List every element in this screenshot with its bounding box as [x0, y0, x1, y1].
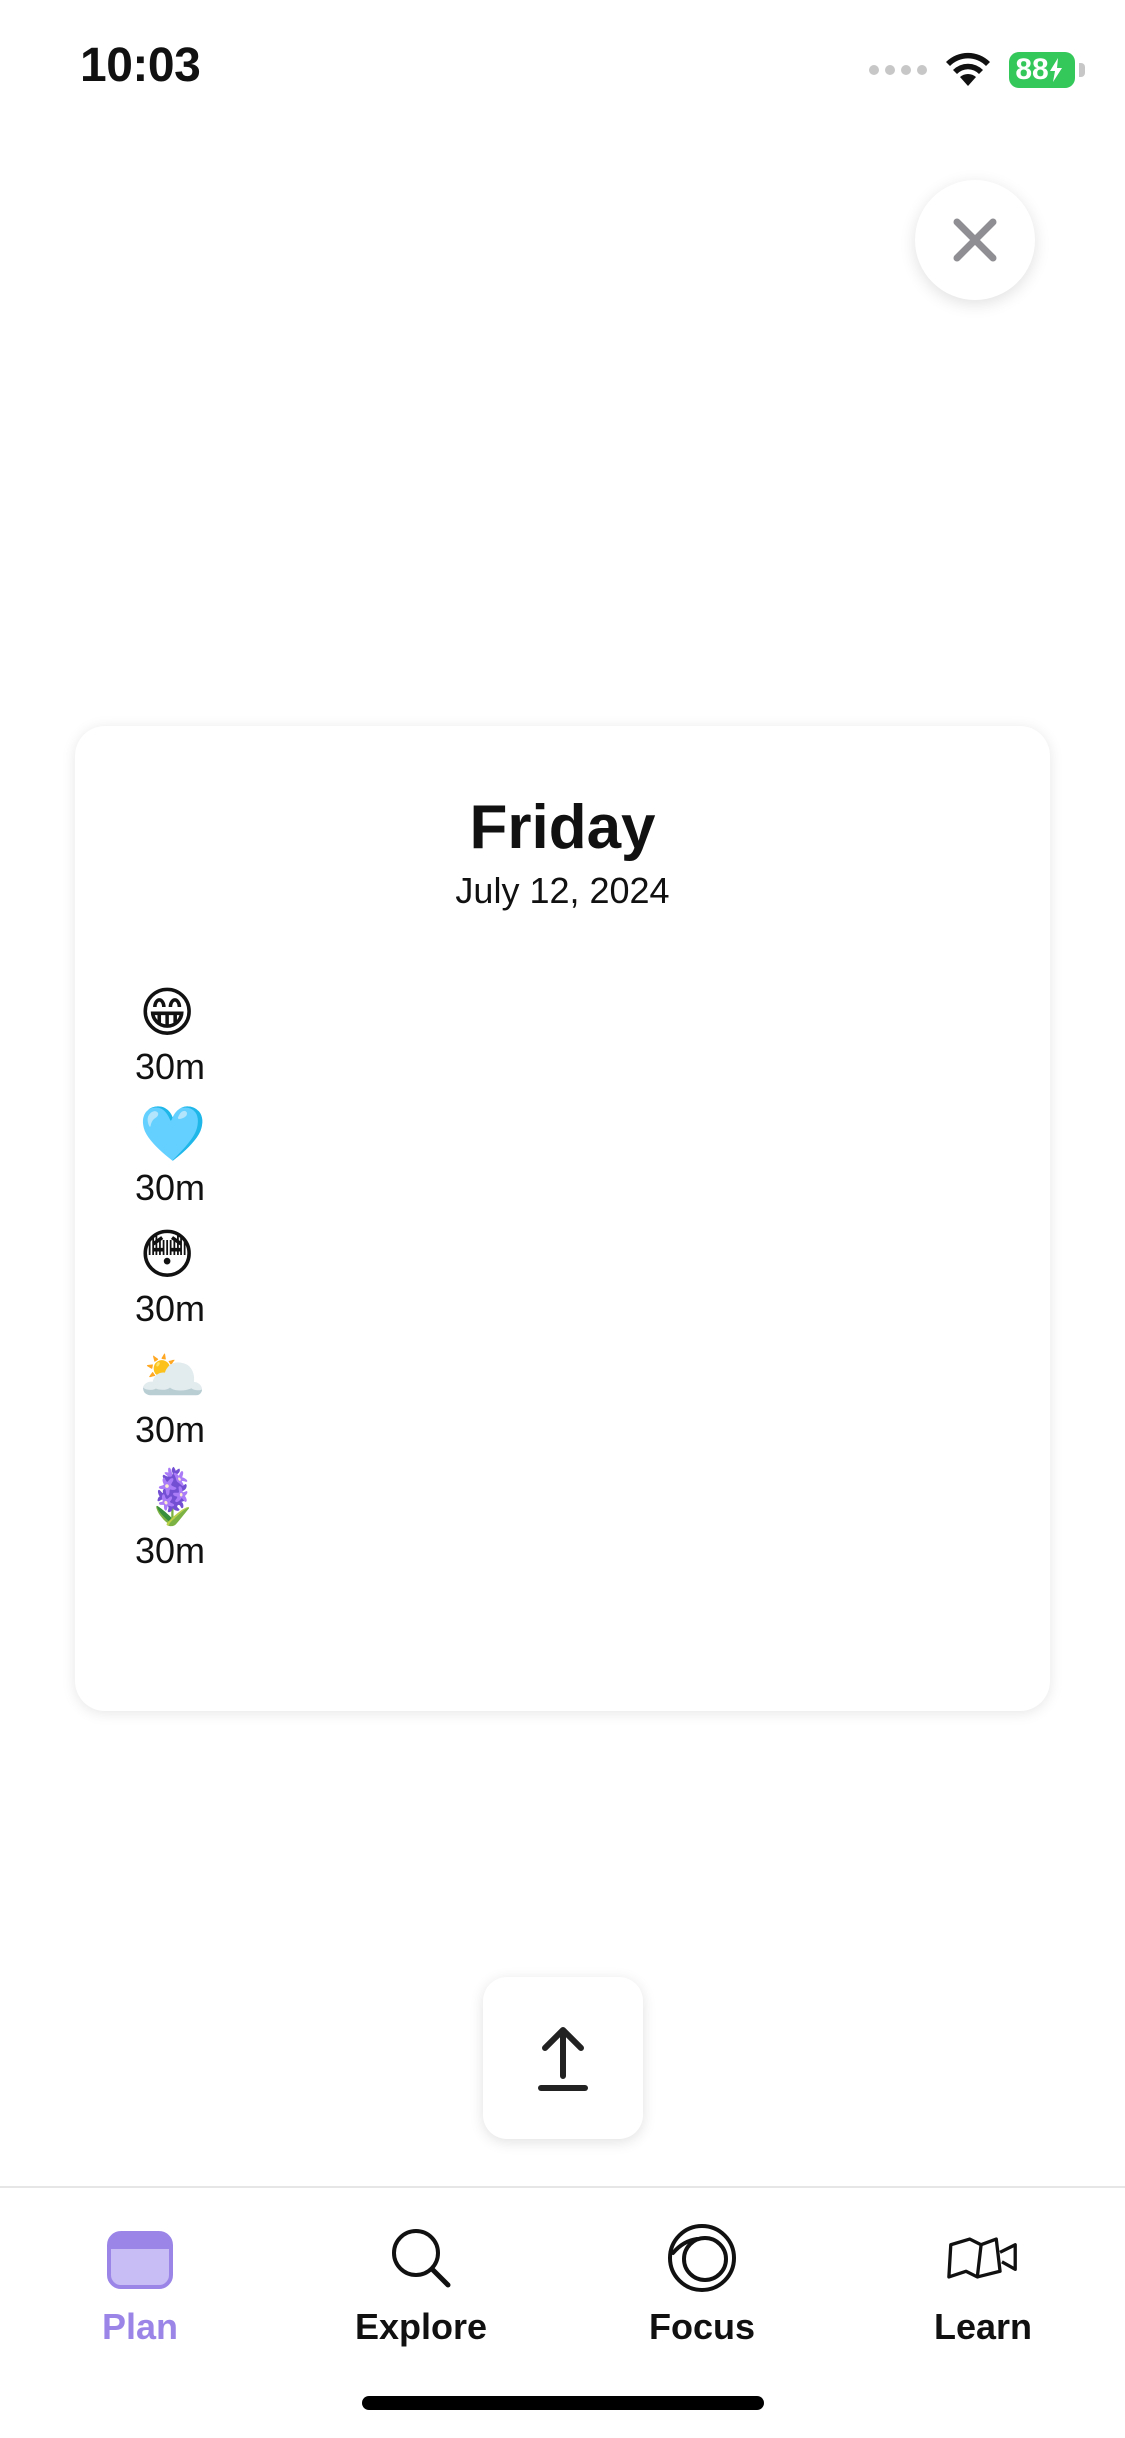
wifi-icon: [946, 52, 990, 86]
upload-icon: [538, 2027, 588, 2091]
day-summary-card: Friday July 12, 2024 😁 30m 🩵 30m 😳 30m 🌥…: [75, 726, 1050, 1711]
list-item: 🩵 30m: [135, 1102, 255, 1223]
status-time: 10:03: [80, 39, 201, 92]
book-icon: [947, 2222, 1019, 2294]
day-title: Friday: [469, 793, 656, 862]
home-indicator: [362, 2396, 764, 2410]
calendar-icon: [104, 2222, 176, 2294]
tab-learn[interactable]: Learn: [863, 2222, 1103, 2362]
tab-label: Learn: [933, 2306, 1033, 2347]
tab-focus[interactable]: Focus: [582, 2222, 822, 2362]
entry-duration: 30m: [135, 1167, 206, 1208]
entry-emoji: 🩵: [139, 1104, 207, 1164]
tab-plan[interactable]: Plan: [20, 2222, 260, 2362]
share-button[interactable]: [483, 1977, 643, 2139]
list-item: 🪻 30m: [135, 1465, 255, 1586]
list-item: 😁 30m: [135, 981, 255, 1102]
close-icon: [953, 218, 997, 262]
focus-icon: [666, 2222, 738, 2294]
battery-level: 88: [1015, 53, 1049, 86]
tab-label: Explore: [354, 2306, 488, 2347]
entry-list: 😁 30m 🩵 30m 😳 30m 🌥️ 30m 🪻 30m: [135, 981, 255, 1586]
entry-duration: 30m: [135, 1046, 206, 1087]
close-button[interactable]: [915, 180, 1035, 300]
tab-label: Focus: [648, 2306, 755, 2347]
status-icons: 88: [869, 50, 1085, 90]
entry-emoji: 😁: [139, 983, 196, 1043]
charging-bolt-icon: [1049, 58, 1062, 82]
day-date: July 12, 2024: [455, 870, 670, 911]
cellular-signal-icon: [869, 65, 927, 75]
tab-label: Plan: [101, 2306, 179, 2347]
battery-cap: [1079, 63, 1085, 77]
entry-duration: 30m: [135, 1409, 206, 1450]
entry-emoji: 🪻: [139, 1467, 207, 1527]
entry-emoji: 🌥️: [139, 1346, 207, 1406]
entry-duration: 30m: [135, 1288, 206, 1329]
entry-duration: 30m: [135, 1530, 206, 1571]
list-item: 😳 30m: [135, 1223, 255, 1344]
list-item: 🌥️ 30m: [135, 1344, 255, 1465]
battery-indicator: 88: [1009, 52, 1075, 88]
tab-explore[interactable]: Explore: [301, 2222, 541, 2362]
search-icon: [385, 2222, 457, 2294]
entry-emoji: 😳: [139, 1225, 196, 1285]
